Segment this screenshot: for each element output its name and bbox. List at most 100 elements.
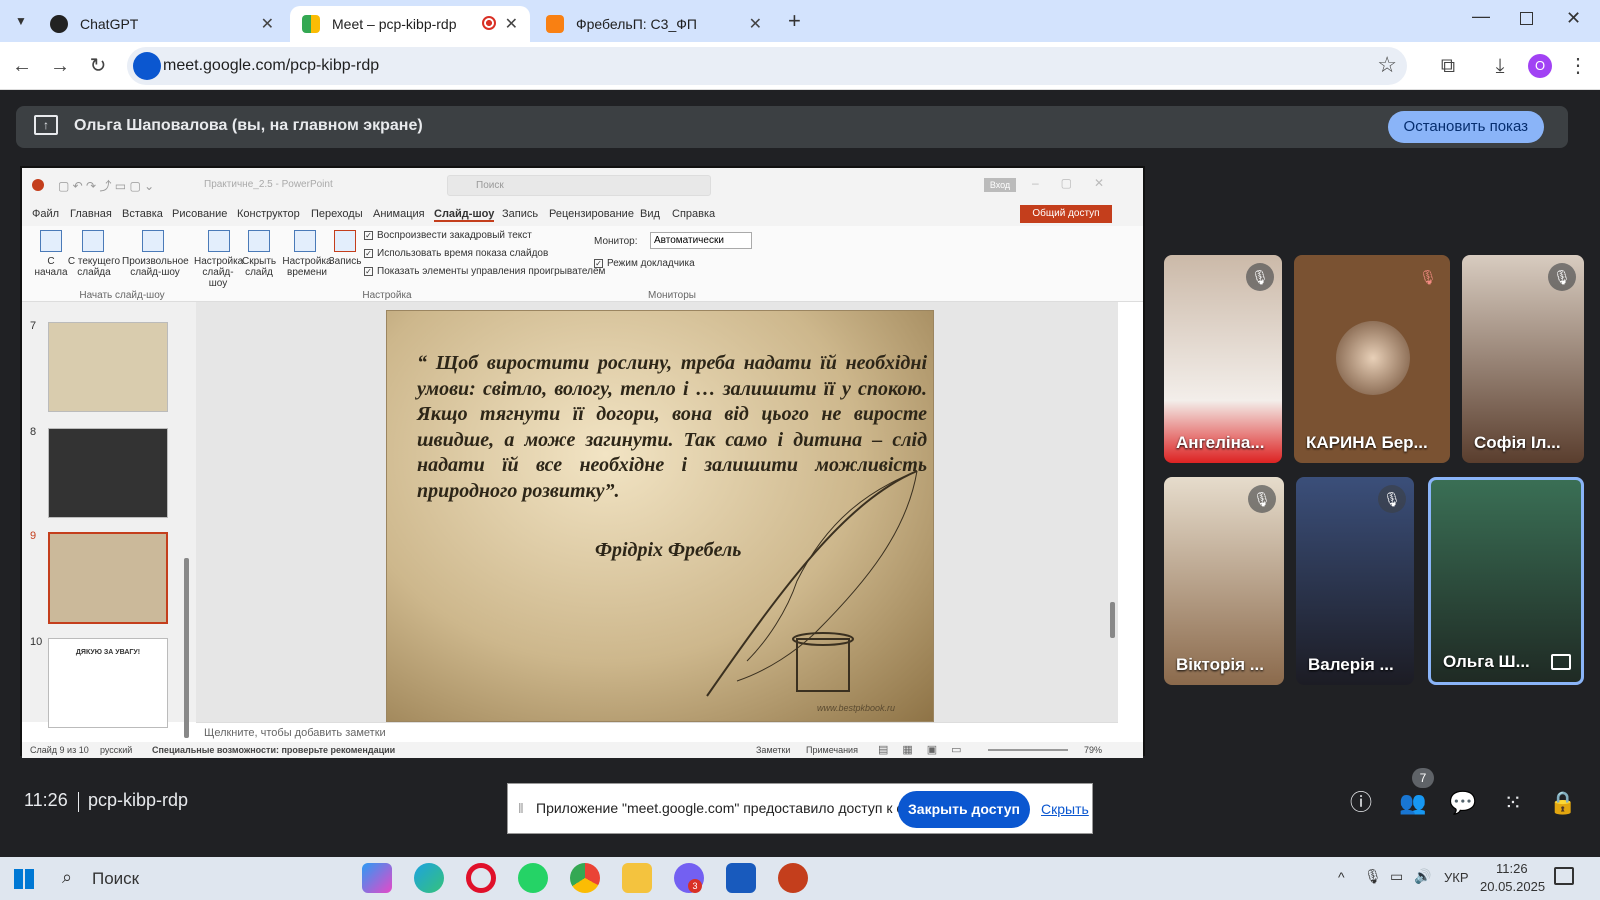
menu-animation[interactable]: Анимация <box>373 208 425 220</box>
taskbar-date[interactable]: 20.05.2025 <box>1480 879 1545 894</box>
hide-link[interactable]: Скрыть <box>1041 801 1089 817</box>
notes-pane[interactable]: Щелкните, чтобы добавить заметки <box>196 722 1118 742</box>
menu-kebab-icon[interactable]: ⋮ <box>1564 52 1592 80</box>
thumbnail-slide-10[interactable]: ДЯКУЮ ЗА УВАГУ! <box>48 638 168 728</box>
notifications-icon[interactable] <box>1554 867 1574 885</box>
minimize-icon[interactable]: — <box>1472 6 1490 27</box>
new-tab-icon[interactable]: + <box>788 8 801 34</box>
tab-list-chevron-icon[interactable]: ▼ <box>10 10 32 32</box>
comments-toggle[interactable]: Примечания <box>806 745 858 755</box>
tab-meet[interactable]: Meet – pcp-kibp-rdp ✕ <box>290 6 530 42</box>
checkbox-media-controls[interactable]: ✓ Показать элементы управления проигрыват… <box>364 266 605 277</box>
extensions-icon[interactable]: ⧉ <box>1434 52 1462 80</box>
chat-icon[interactable]: 💬 <box>1448 788 1478 818</box>
reload-icon[interactable]: ↻ <box>84 52 112 80</box>
participant-tile[interactable]: 🎙 Валерія ... <box>1296 477 1414 685</box>
menu-view[interactable]: Вид <box>640 208 660 220</box>
copilot-icon[interactable] <box>362 863 392 893</box>
whatsapp-icon[interactable] <box>518 863 548 893</box>
accessibility-status[interactable]: Специальные возможности: проверьте реком… <box>152 745 395 755</box>
tab-chatgpt[interactable]: ChatGPT ✕ <box>38 6 286 42</box>
signin-button[interactable]: Вход <box>984 178 1016 192</box>
zoom-level[interactable]: 79% <box>1084 745 1102 755</box>
record-button[interactable]: Запись <box>328 256 362 267</box>
menu-draw[interactable]: Рисование <box>172 208 227 220</box>
checkbox-timings[interactable]: ✓ Использовать время показа слайдов <box>364 248 548 259</box>
host-controls-icon[interactable]: 🔒 <box>1548 788 1578 818</box>
menu-record[interactable]: Запись <box>502 208 538 220</box>
drag-handle-icon[interactable]: ‖ <box>518 800 524 816</box>
notes-toggle[interactable]: Заметки <box>756 745 790 755</box>
edge-icon[interactable] <box>414 863 444 893</box>
opera-icon[interactable] <box>466 863 496 893</box>
custom-show-icon <box>142 230 164 252</box>
menu-insert[interactable]: Вставка <box>122 208 163 220</box>
participant-tile[interactable]: 🎙 Вікторія ... <box>1164 477 1284 685</box>
menu-transitions[interactable]: Переходы <box>311 208 363 220</box>
menu-help[interactable]: Справка <box>672 208 715 220</box>
microphone-icon[interactable]: 🎙 <box>1364 868 1382 885</box>
restore-icon[interactable] <box>1520 12 1533 25</box>
ppt-search[interactable]: Поиск <box>447 175 711 196</box>
view-icons[interactable]: ▤▦▣▭ <box>878 743 976 756</box>
taskbar-search[interactable]: Поиск <box>92 869 139 889</box>
search-icon[interactable]: ⌕ <box>62 867 72 888</box>
menu-slideshow[interactable]: Слайд-шоу <box>434 208 495 222</box>
slide-number: 10 <box>30 636 43 648</box>
windows-start-icon[interactable] <box>14 869 34 889</box>
people-icon[interactable]: 👥 <box>1398 788 1428 818</box>
info-icon[interactable]: ⓘ <box>1346 788 1376 818</box>
thumbnail-slide-7[interactable] <box>48 322 168 412</box>
close-tab-icon[interactable]: ✕ <box>749 14 762 34</box>
explorer-icon[interactable] <box>622 863 652 893</box>
word-icon[interactable] <box>726 863 756 893</box>
volume-icon[interactable]: 🔊 <box>1414 868 1431 885</box>
share-button[interactable]: Общий доступ <box>1020 205 1112 223</box>
from-current-button[interactable]: С текущего слайда <box>66 256 122 278</box>
omnibox[interactable]: meet.google.com/pcp-kibp-rdp ☆ <box>127 47 1407 85</box>
menu-home[interactable]: Главная <box>70 208 112 220</box>
menu-file[interactable]: Файл <box>32 208 59 220</box>
hide-slide-button[interactable]: Скрыть слайд <box>242 256 276 278</box>
activities-icon[interactable]: ⁙ <box>1498 788 1528 818</box>
zoom-slider[interactable] <box>988 749 1068 751</box>
menu-design[interactable]: Конструктор <box>237 208 300 220</box>
ppt-window-controls[interactable]: –▢✕ <box>1032 176 1126 190</box>
setup-show-button[interactable]: Настройка слайд-шоу <box>194 256 243 289</box>
avatar[interactable]: O <box>1528 54 1552 78</box>
stop-sharing-button[interactable]: Закрыть доступ <box>898 791 1030 828</box>
input-language[interactable]: УКР <box>1444 870 1469 885</box>
from-start-button[interactable]: С начала <box>34 256 68 278</box>
checkbox-presenter-view[interactable]: ✓ Режим докладчика <box>594 258 695 269</box>
editor-scrollbar[interactable] <box>1110 602 1115 638</box>
thumbnail-slide-9[interactable] <box>48 532 168 624</box>
custom-show-button[interactable]: Произвольное слайд-шоу <box>122 256 189 278</box>
chrome-icon[interactable] <box>570 863 600 893</box>
monitor-select[interactable]: Автоматически <box>650 232 752 249</box>
back-icon[interactable]: ← <box>8 52 36 80</box>
site-info-icon[interactable] <box>133 52 161 80</box>
timing-button[interactable]: Настройка времени <box>282 256 332 278</box>
menu-review[interactable]: Рецензирование <box>549 208 634 220</box>
taskbar-time[interactable]: 11:26 <box>1496 861 1528 876</box>
close-window-icon[interactable]: ✕ <box>1566 8 1581 29</box>
close-tab-icon[interactable]: ✕ <box>261 14 274 34</box>
participant-tile[interactable]: 🎙 Софія Іл... <box>1462 255 1584 463</box>
forward-icon[interactable]: → <box>46 52 74 80</box>
powerpoint-icon[interactable] <box>778 863 808 893</box>
checkbox-narration[interactable]: ✓ Воспроизвести закадровый текст <box>364 230 532 241</box>
participant-tile[interactable]: 🎙 КАРИНА Бер... <box>1294 255 1450 463</box>
download-icon[interactable]: ⤓ <box>1486 52 1514 80</box>
participant-tile-self[interactable]: Ольга Ш... <box>1428 477 1584 685</box>
thumbnail-slide-8[interactable] <box>48 428 168 518</box>
current-slide[interactable]: “ Щоб виростити рослину, треба надати їй… <box>386 310 934 722</box>
participant-tile[interactable]: 🎙 Ангеліна... <box>1164 255 1282 463</box>
thumbnails-scrollbar[interactable] <box>184 558 189 738</box>
bookmark-star-icon[interactable]: ☆ <box>1377 52 1397 78</box>
tray-chevron-icon[interactable]: ^ <box>1338 869 1345 885</box>
tab-frebel[interactable]: ФребельП: С3_ФП ✕ <box>534 6 774 42</box>
stop-presenting-button[interactable]: Остановить показ <box>1387 111 1544 143</box>
network-icon[interactable]: ▭ <box>1390 868 1403 885</box>
pin-icon[interactable] <box>1551 654 1571 670</box>
close-tab-icon[interactable]: ✕ <box>505 14 518 34</box>
